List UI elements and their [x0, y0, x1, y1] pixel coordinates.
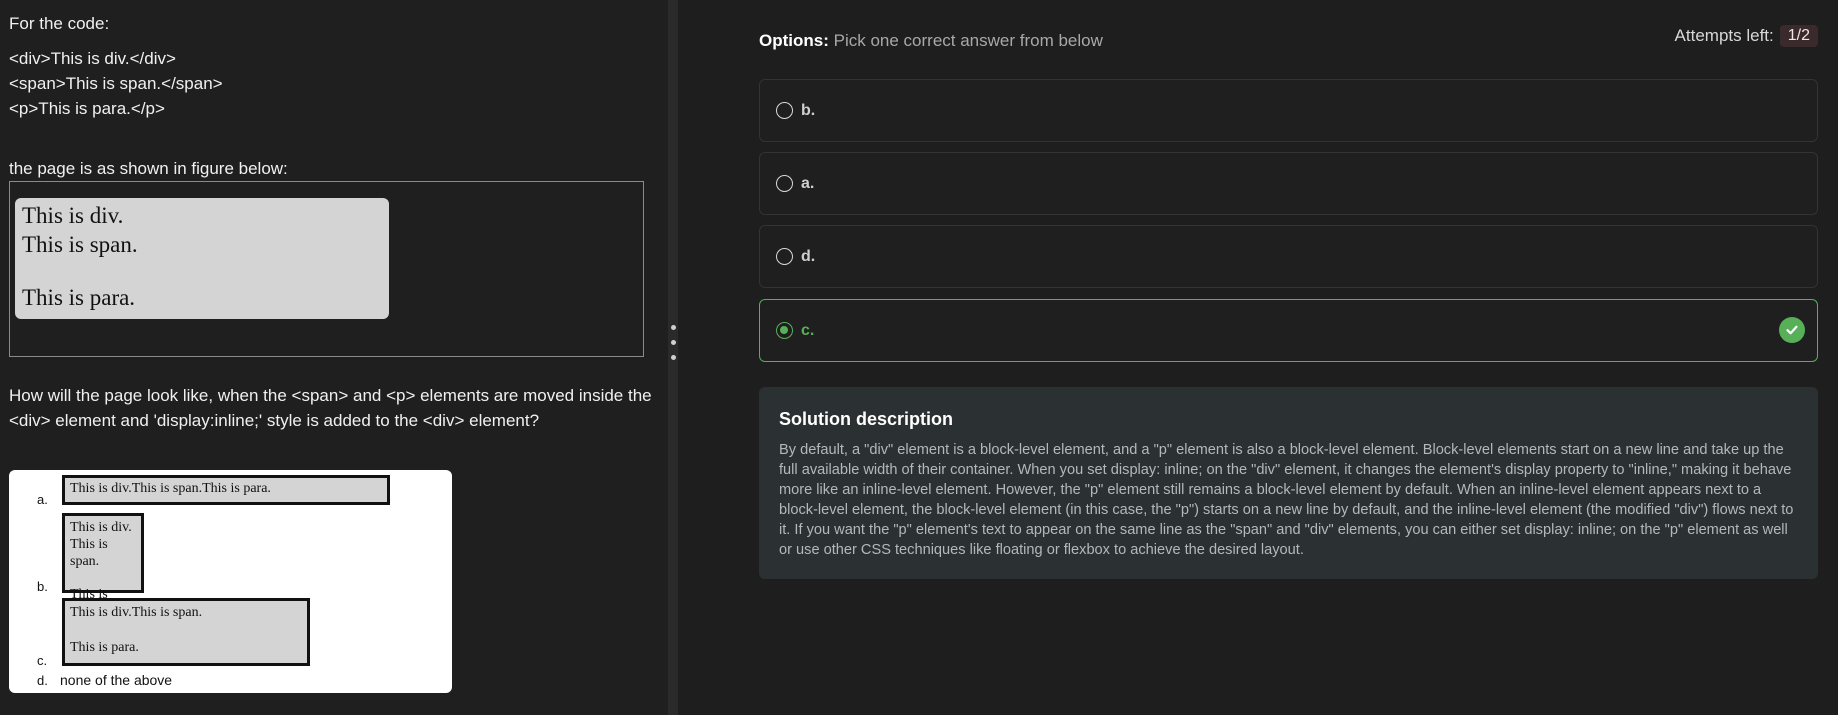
figure-line: This is para.	[22, 285, 136, 310]
correct-check-icon	[1779, 317, 1805, 343]
figure-image: This is div. This is span. This is para.	[9, 181, 644, 357]
option-a-text: This is div.This is span.This is para.	[70, 481, 271, 496]
answer-option-label: b.	[801, 101, 816, 119]
answer-option-label: c.	[801, 321, 815, 339]
radio-icon[interactable]	[776, 175, 793, 192]
options-header-hint: Pick one correct answer from below	[833, 31, 1103, 50]
resize-grip-icon[interactable]	[671, 340, 676, 345]
radio-selected-icon[interactable]	[776, 322, 793, 339]
figure-line: This is div.	[22, 203, 124, 228]
answer-option-c[interactable]: c.	[759, 299, 1818, 362]
option-b-line: This is div.	[70, 520, 132, 535]
option-d-letter: d.	[37, 673, 48, 688]
figure-rendered-page: This is div. This is span. This is para.	[15, 198, 389, 319]
answer-option-d[interactable]: d.	[759, 225, 1818, 288]
attempts-indicator: Attempts left: 1/2	[1675, 25, 1818, 47]
option-b-box: This is div. This is span. This is para.	[62, 513, 144, 619]
option-b-line: This is span.	[70, 537, 108, 569]
option-d-text: none of the above	[60, 672, 173, 688]
answer-option-b[interactable]: b.	[759, 79, 1818, 142]
resize-grip-icon[interactable]	[671, 355, 676, 360]
answer-option-label: d.	[801, 247, 816, 265]
option-c-letter: c.	[37, 653, 48, 668]
option-b-letter: b.	[37, 579, 48, 594]
option-c-line: This is div.This is span.	[70, 605, 203, 620]
question-prompt: How will the page look like, when the <s…	[9, 386, 652, 430]
question-intro: For the code:	[9, 14, 110, 33]
question-pane[interactable]: For the code: <div>This is div.</div> <s…	[0, 0, 668, 715]
solution-body: By default, a "div" element is a block-l…	[779, 442, 1794, 558]
attempts-label: Attempts left:	[1674, 26, 1774, 45]
answer-option-a[interactable]: a.	[759, 152, 1818, 215]
attempts-badge: 1/2	[1779, 25, 1818, 47]
options-image: a. This is div.This is span.This is para…	[9, 470, 452, 693]
option-c-box: This is div.This is span. This is para.	[62, 598, 310, 666]
options-header-label: Options:	[759, 31, 829, 50]
code-line: <span>This is span.</span>	[9, 74, 223, 93]
figure-caption: the page is as shown in figure below:	[9, 159, 288, 178]
options-header: Options: Pick one correct answer from be…	[759, 31, 1103, 51]
radio-icon[interactable]	[776, 102, 793, 119]
solution-panel: Solution description By default, a "div"…	[759, 387, 1818, 579]
radio-icon[interactable]	[776, 248, 793, 265]
code-line: <div>This is div.</div>	[9, 49, 176, 68]
figure-line: This is span.	[22, 232, 138, 257]
answer-option-label: a.	[801, 174, 815, 192]
code-line: <p>This is para.</p>	[9, 99, 165, 118]
option-c-line: This is para.	[70, 640, 139, 655]
options-pane: Options: Pick one correct answer from be…	[678, 0, 1838, 715]
option-a-letter: a.	[37, 492, 48, 507]
resize-grip-icon[interactable]	[671, 325, 676, 330]
solution-title: Solution description	[779, 409, 953, 429]
option-a-box: This is div.This is span.This is para.	[62, 475, 390, 505]
